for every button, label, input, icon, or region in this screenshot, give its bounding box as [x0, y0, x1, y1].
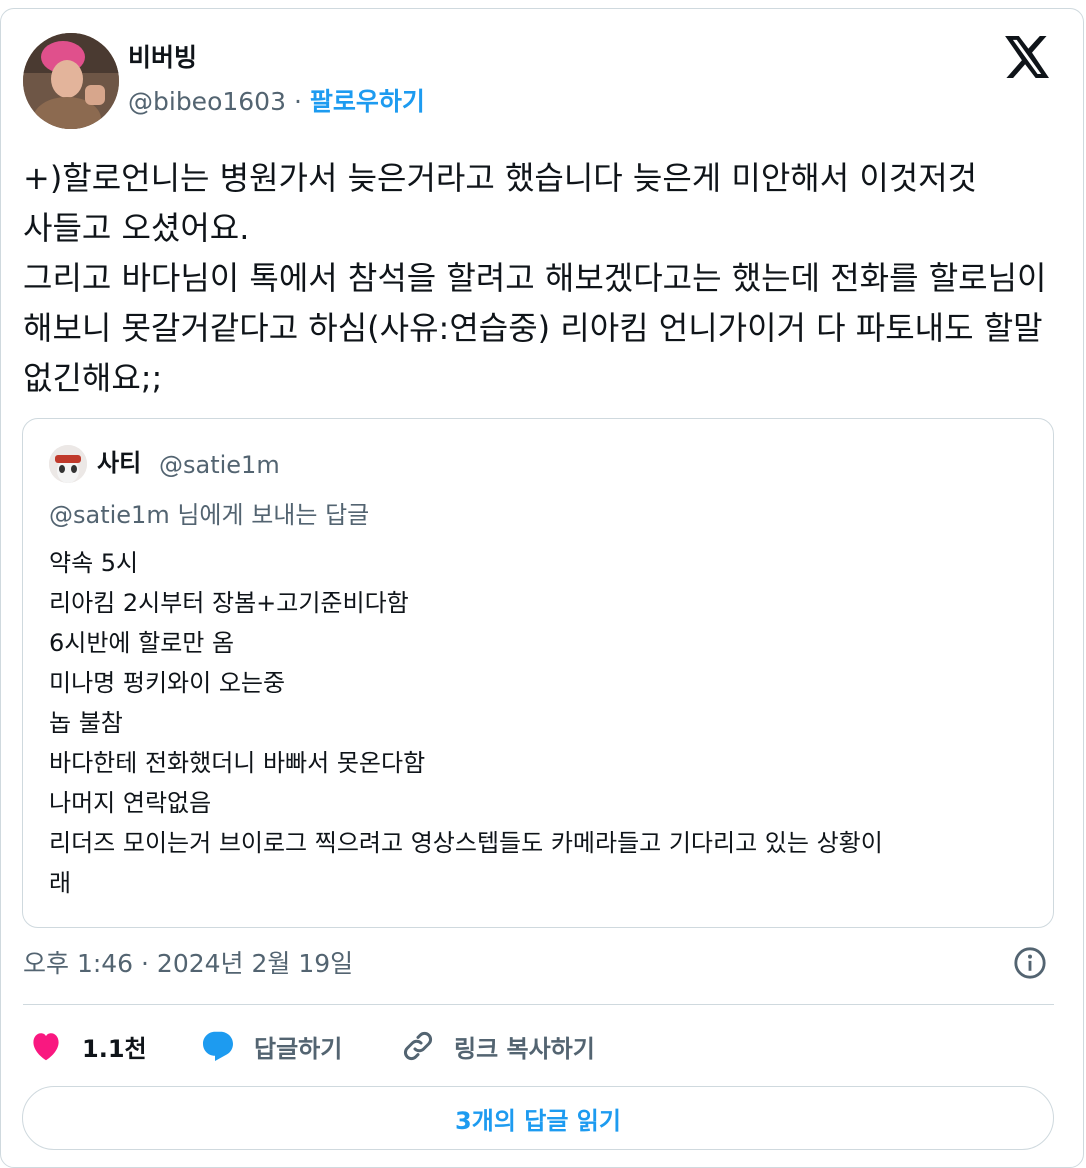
heart-icon — [33, 1033, 59, 1061]
quote-line: 리더즈 모이는거 브이로그 찍으려고 영상스텝들도 카메라들고 기다리고 있는 … — [49, 829, 883, 857]
link-icon — [404, 1032, 432, 1060]
copy-link-label: 링크 복사하기 — [454, 1034, 595, 1063]
tweet-timestamp[interactable]: 오후 1:46 · 2024년 2월 19일 — [23, 946, 353, 982]
quote-author-handle: @satie1m — [159, 451, 280, 479]
like-button[interactable]: 1.1천 — [28, 1026, 147, 1066]
quote-line: 약속 5시 — [49, 549, 139, 577]
meta-separator: · — [293, 87, 302, 116]
reply-label: 답글하기 — [254, 1034, 343, 1063]
author-handle[interactable]: @bibeo1603 — [128, 87, 286, 116]
divider — [23, 1004, 1054, 1005]
quote-line: 래 — [49, 869, 72, 897]
read-replies-button[interactable]: 3개의 답글 읽기 — [22, 1086, 1054, 1150]
quote-reply-context: @satie1m 님에게 보내는 답글 — [49, 501, 370, 529]
reply-button[interactable]: 답글하기 — [200, 1026, 342, 1066]
quote-line: 6시반에 할로만 옴 — [49, 629, 235, 657]
quote-line: 리아킴 2시부터 장봄+고기준비다함 — [49, 589, 409, 617]
quote-author-name[interactable]: 사티 — [97, 447, 141, 479]
reply-bubble-icon — [203, 1031, 233, 1061]
quoted-tweet[interactable]: 사티 @satie1m @satie1m 님에게 보내는 답글 약속 5시 리아… — [22, 418, 1054, 928]
like-count: 1.1천 — [82, 1034, 147, 1063]
tweet-text: +)할로언니는 병원가서 늦은거라고 했습니다 늦은게 미안해서 이것저것 사들… — [23, 159, 1047, 397]
quote-line: 놉 불참 — [49, 709, 123, 737]
author-avatar[interactable] — [23, 33, 119, 129]
quote-avatar[interactable] — [49, 445, 87, 483]
copy-link-button[interactable]: 링크 복사하기 — [400, 1026, 595, 1066]
quote-line: 나머지 연락없음 — [49, 789, 212, 817]
author-name[interactable]: 비버빙 — [128, 42, 197, 74]
quote-line: 미나명 펑키와이 오는중 — [49, 669, 286, 697]
x-logo-icon[interactable] — [1005, 36, 1051, 78]
follow-button[interactable]: 팔로우하기 — [310, 87, 425, 116]
info-icon[interactable] — [1013, 946, 1047, 980]
quote-text: 약속 5시 리아킴 2시부터 장봄+고기준비다함 6시반에 할로만 옴 미나명 … — [49, 543, 1039, 903]
quote-line: 바다한테 전화했더니 바빠서 못온다함 — [49, 749, 426, 777]
author-meta: @bibeo1603 · 팔로우하기 — [128, 86, 425, 118]
